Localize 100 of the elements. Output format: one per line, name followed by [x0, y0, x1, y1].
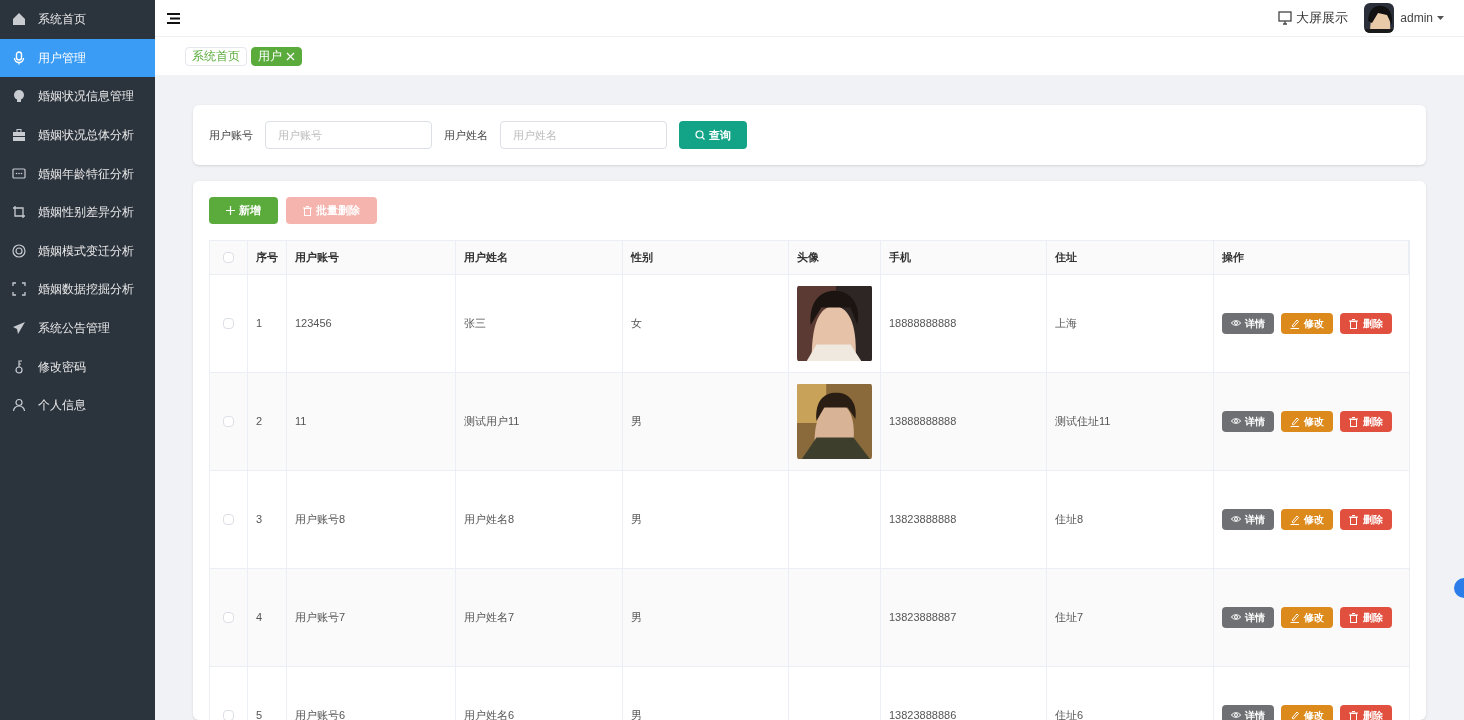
- table-cell-text: 13823888886: [889, 708, 957, 720]
- table-cell-text: 住址6: [1055, 708, 1084, 720]
- sidebar-item[interactable]: 婚姻数据挖掘分析: [0, 270, 155, 309]
- field-label: 用户账号: [209, 127, 253, 143]
- pencil-icon: [1290, 710, 1300, 720]
- menu-icon[interactable]: [167, 12, 180, 24]
- trash-icon: [1349, 416, 1359, 427]
- user-menu[interactable]: admin: [1400, 9, 1444, 27]
- edit-button[interactable]: 修改: [1281, 313, 1333, 334]
- delete-button[interactable]: 删除: [1340, 607, 1392, 628]
- column-header: 住址: [1055, 250, 1077, 266]
- trash-icon: [1349, 318, 1359, 329]
- table-cell-text: 13888888888: [889, 414, 957, 430]
- page-tab[interactable]: 用户: [251, 46, 302, 66]
- details-button[interactable]: 详情: [1222, 313, 1274, 334]
- table-cell-text: 男: [631, 610, 642, 626]
- details-button[interactable]: 详情: [1222, 509, 1274, 530]
- details-button[interactable]: 详情: [1222, 607, 1274, 628]
- monitor-icon: [1278, 11, 1293, 25]
- table-cell-text: 男: [631, 512, 642, 528]
- eye-icon: [1231, 710, 1241, 720]
- sidebar-item[interactable]: 系统公告管理: [0, 308, 155, 348]
- table-cell-text: 测试用户11: [464, 414, 520, 430]
- briefcase-icon: [12, 128, 26, 143]
- sidebar-item[interactable]: 修改密码: [0, 347, 155, 386]
- paper-plane-icon: [12, 321, 26, 336]
- pencil-icon: [1290, 514, 1300, 525]
- table-cell-text: 测试住址11: [1055, 414, 1111, 430]
- lifebuoy-icon: [12, 243, 26, 258]
- batch-delete-button: 批量删除: [286, 197, 377, 224]
- checkbox[interactable]: [223, 612, 234, 623]
- edit-button[interactable]: 修改: [1281, 411, 1333, 432]
- sidebar-item[interactable]: 婚姻年龄特征分析: [0, 154, 155, 193]
- edit-button[interactable]: 修改: [1281, 607, 1333, 628]
- table-cell-text: 4: [256, 610, 263, 626]
- edit-button[interactable]: 修改: [1281, 705, 1333, 720]
- close-icon: [286, 51, 295, 61]
- delete-button[interactable]: 删除: [1340, 705, 1392, 720]
- eye-icon: [1231, 514, 1241, 525]
- table-cell-text: 住址7: [1055, 610, 1084, 626]
- column-header: 头像: [797, 250, 819, 266]
- search-button[interactable]: 查询: [679, 121, 747, 149]
- table-cell-text: 女: [631, 316, 642, 332]
- table-cell-text: 5: [256, 708, 263, 720]
- table-cell-text: 上海: [1055, 316, 1077, 332]
- table-cell-text: 用户姓名7: [464, 610, 515, 626]
- table-cell-text: 男: [631, 414, 642, 430]
- table-cell-text: 用户姓名8: [464, 512, 515, 528]
- chat-icon: [12, 166, 26, 181]
- checkbox[interactable]: [223, 252, 234, 263]
- eye-icon: [1231, 318, 1241, 329]
- field-label: 用户姓名: [444, 127, 488, 143]
- key-icon: [12, 359, 26, 374]
- sidebar-item[interactable]: 婚姻模式变迁分析: [0, 231, 155, 271]
- table-cell-text: 2: [256, 414, 263, 430]
- sidebar-item[interactable]: 用户管理: [0, 38, 155, 78]
- column-header: 序号: [256, 250, 278, 266]
- table-cell-text: 13823888887: [889, 610, 957, 626]
- details-button[interactable]: 详情: [1222, 411, 1274, 432]
- column-header: 手机: [889, 250, 911, 266]
- bulb-icon: [12, 89, 26, 104]
- frame-icon: [12, 282, 26, 297]
- sidebar-item[interactable]: 系统首页: [0, 0, 155, 39]
- table-cell-text: 11: [295, 414, 307, 430]
- table-cell-text: 3: [256, 512, 263, 528]
- edit-button[interactable]: 修改: [1281, 509, 1333, 530]
- table-cell-text: 1: [256, 316, 263, 332]
- pencil-icon: [1290, 612, 1300, 623]
- sidebar-item[interactable]: 婚姻状况总体分析: [0, 115, 155, 155]
- checkbox[interactable]: [223, 416, 234, 427]
- search-icon: [695, 130, 705, 140]
- delete-button[interactable]: 删除: [1340, 411, 1392, 432]
- table-cell-text: 用户账号6: [295, 708, 346, 720]
- column-header: 用户账号: [295, 250, 339, 266]
- table-cell-text: 用户账号8: [295, 512, 346, 528]
- table-cell-text: 13823888888: [889, 512, 957, 528]
- caret-icon: [1437, 16, 1444, 20]
- checkbox[interactable]: [223, 514, 234, 525]
- checkbox[interactable]: [223, 318, 234, 329]
- trash-icon: [1349, 514, 1359, 525]
- pencil-icon: [1290, 416, 1300, 427]
- column-header: 用户姓名: [464, 250, 508, 266]
- sidebar-item[interactable]: 个人信息: [0, 385, 155, 425]
- add-button[interactable]: 新增: [209, 197, 278, 224]
- table-cell-text: 用户姓名6: [464, 708, 515, 720]
- delete-button[interactable]: 删除: [1340, 509, 1392, 530]
- column-header: 操作: [1222, 250, 1244, 266]
- trash-icon: [1349, 612, 1359, 623]
- sidebar-item[interactable]: 婚姻性别差异分析: [0, 192, 155, 232]
- delete-button[interactable]: 删除: [1340, 313, 1392, 334]
- trash-icon: [303, 205, 312, 216]
- checkbox[interactable]: [223, 710, 234, 720]
- big-screen-link[interactable]: 大屏展示: [1278, 8, 1349, 28]
- sidebar-item[interactable]: 婚姻状况信息管理: [0, 77, 155, 116]
- table-cell-text: 用户账号7: [295, 610, 346, 626]
- input-field[interactable]: 用户姓名: [500, 121, 667, 149]
- table-cell-text: 住址8: [1055, 512, 1084, 528]
- page-tab[interactable]: 系统首页: [185, 46, 247, 66]
- table-cell-text: 123456: [295, 316, 332, 332]
- details-button[interactable]: 详情: [1222, 705, 1274, 720]
